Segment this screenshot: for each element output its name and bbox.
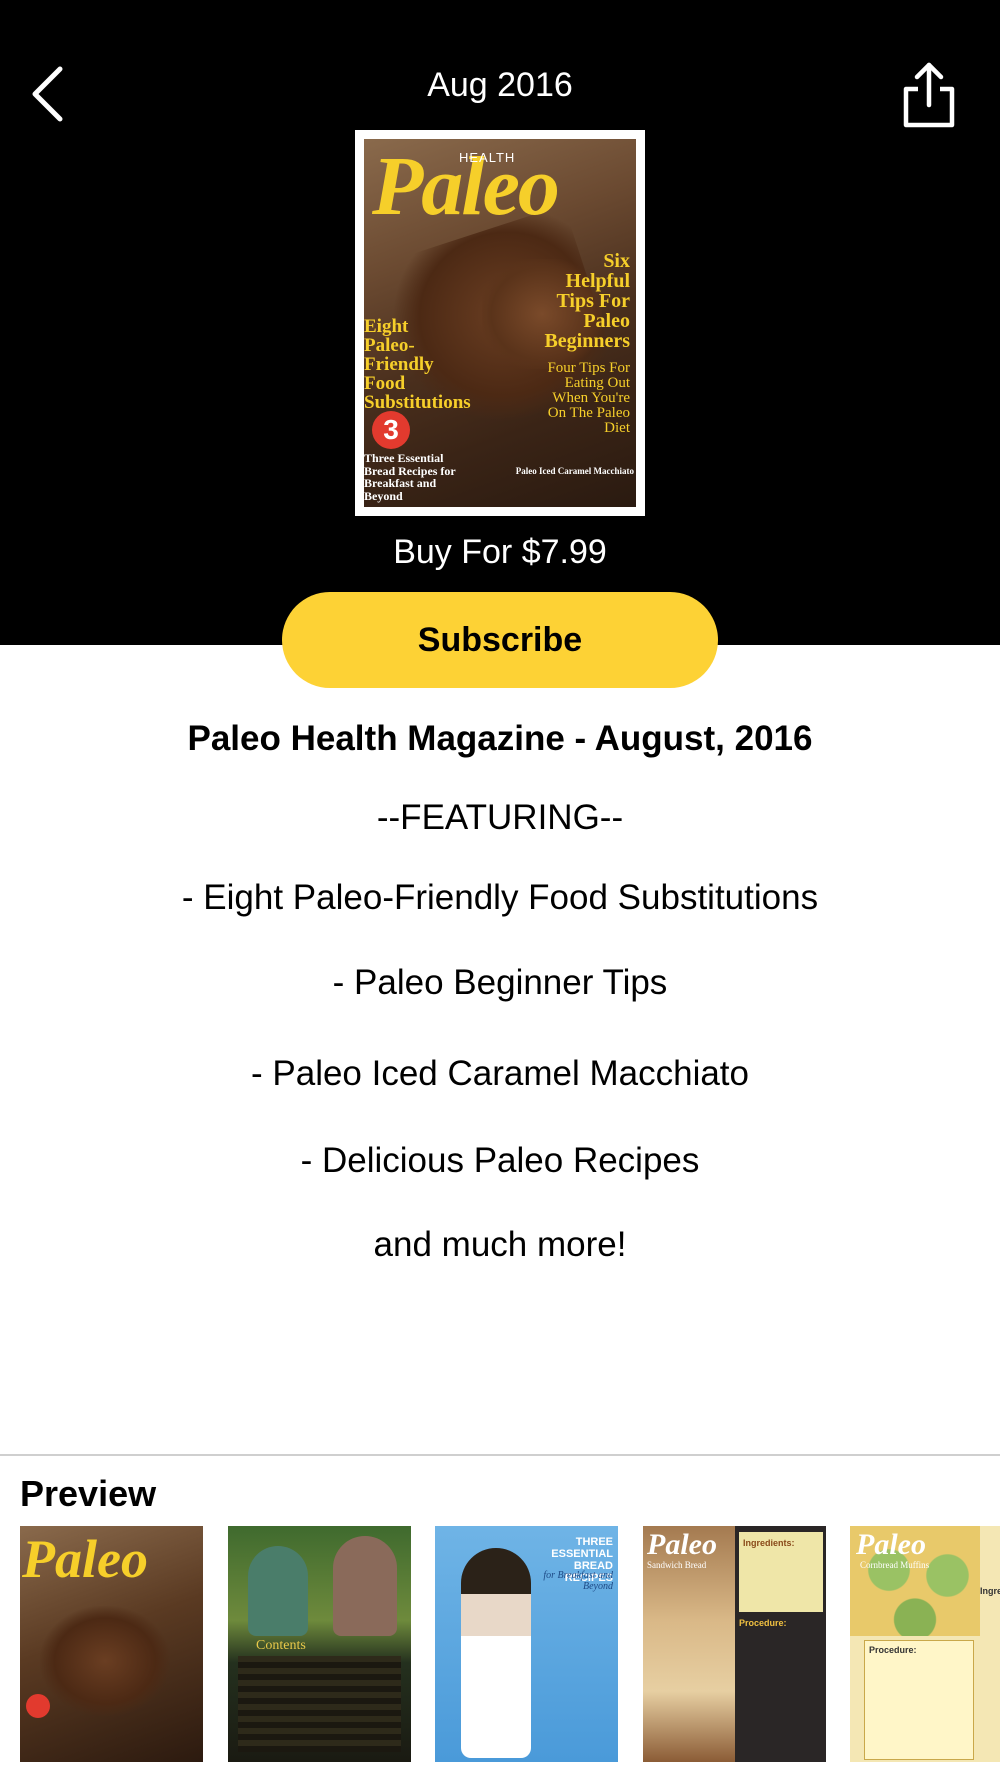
thumb-cake <box>40 1606 170 1716</box>
feature-more: and much more! <box>373 1225 627 1264</box>
page-title: Aug 2016 <box>427 66 573 104</box>
cover-right-block2: Four Tips For Eating Out When You're On … <box>547 360 630 436</box>
thumb-sandwich-brand: Paleo <box>647 1528 717 1561</box>
cover-health: HEALTH <box>459 150 516 165</box>
thumb-ingredients-card: Ingredients: <box>739 1532 823 1612</box>
cover-bottom-right: Paleo Iced Caramel Macchiato <box>515 466 634 476</box>
preview-page-contents[interactable]: Contents <box>228 1526 411 1762</box>
share-button[interactable] <box>896 58 962 132</box>
thumb-brand: Paleo <box>22 1529 148 1589</box>
preview-heading: Preview <box>20 1473 157 1514</box>
thumb-procedure-label: Procedure: <box>739 1618 787 1628</box>
subscribe-button[interactable]: Subscribe <box>282 592 718 688</box>
feature-item: - Delicious Paleo Recipes <box>300 1141 700 1180</box>
cover-image: Paleo HEALTH Six Helpful Tips For Paleo … <box>364 139 636 507</box>
header-bar: Aug 2016 Paleo HEALTH Six Helpful Tips F… <box>0 0 1000 645</box>
thumb-cornbread-procedure: Procedure: <box>869 1645 917 1655</box>
thumb-bread-sub: for Breakfast and Beyond <box>543 1570 613 1592</box>
cover-left-block: Eight Paleo-Friendly Food Substitutions <box>364 316 471 413</box>
feature-item: - Paleo Iced Caramel Macchiato <box>251 1054 749 1093</box>
thumb-badge <box>26 1694 50 1718</box>
cover-right-block: Six Helpful Tips For Paleo Beginners <box>544 250 630 352</box>
thumb-contents-title: Contents <box>256 1638 306 1653</box>
cover-bottom-left: Three Essential Bread Recipes for Breakf… <box>364 451 456 503</box>
featuring-label: --FEATURING-- <box>376 798 624 837</box>
thumb-ingredients-label: Ingredients: <box>743 1538 795 1548</box>
preview-page-sandwich-bread[interactable]: Paleo Sandwich Bread Ingredients: Proced… <box>643 1526 826 1762</box>
preview-page-cornbread[interactable]: Paleo Cornbread Muffins Ingredi Procedur… <box>850 1526 1000 1762</box>
feature-item: - Eight Paleo-Friendly Food Substitution… <box>181 878 819 917</box>
preview-page-bread-recipes[interactable]: THREE ESSENTIAL BREAD RECIPES for Breakf… <box>435 1526 618 1762</box>
divider <box>0 1454 1000 1456</box>
preview-strip[interactable]: Paleo Contents THREE ESSENTIAL BREAD REC… <box>20 1526 1000 1762</box>
magazine-title: Paleo Health Magazine - August, 2016 <box>187 719 813 758</box>
preview-page-cover[interactable]: Paleo <box>20 1526 203 1762</box>
buy-button[interactable]: Buy For $7.99 <box>0 530 1000 574</box>
thumb-cornbread-brand: Paleo <box>856 1528 926 1561</box>
thumb-cornbread-sub: Cornbread Muffins <box>860 1560 930 1570</box>
magazine-cover[interactable]: Paleo HEALTH Six Helpful Tips For Paleo … <box>355 130 645 516</box>
thumb-cornbread-ingredients: Ingredi <box>980 1586 1000 1596</box>
thumb-sandwich-sub: Sandwich Bread <box>647 1560 707 1570</box>
cover-badge: 3 <box>372 411 410 449</box>
thumb-contents-list <box>238 1656 401 1752</box>
thumb-procedure-card: Procedure: <box>864 1640 974 1760</box>
thumb-woman <box>461 1548 531 1758</box>
thumb-person-1 <box>248 1546 308 1636</box>
feature-item: - Paleo Beginner Tips <box>332 963 668 1002</box>
share-icon <box>903 62 955 128</box>
thumb-person-2 <box>333 1536 397 1636</box>
